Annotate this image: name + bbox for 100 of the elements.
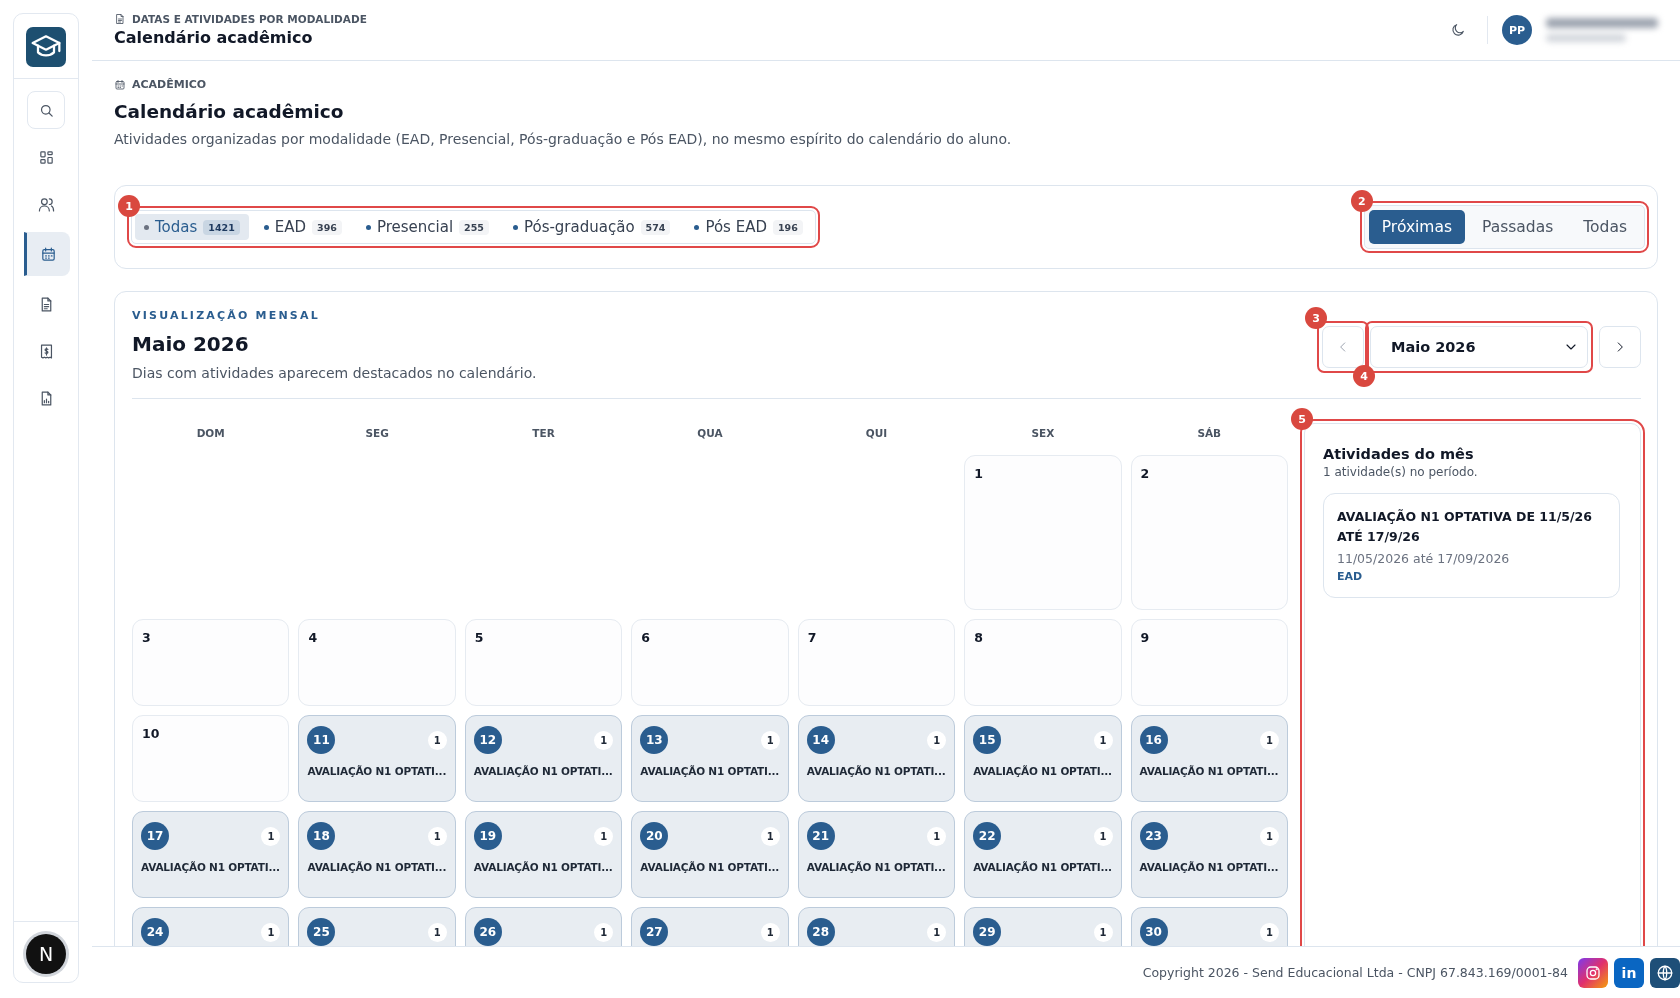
page-title: Calendário acadêmico — [114, 101, 345, 122]
activity-count: 1 — [927, 826, 947, 846]
day-number: 14 — [806, 726, 835, 754]
activity-count: 1 — [594, 922, 614, 942]
day-cell[interactable]: 1 — [964, 455, 1122, 610]
activity-count: 1 — [1093, 922, 1113, 942]
modality-filter-tab[interactable]: Pós-graduação 574 — [503, 214, 680, 240]
annotation-marker: 2 — [1350, 190, 1373, 212]
day-number: 15 — [973, 726, 1002, 754]
day-cell[interactable]: 7 — [797, 619, 956, 706]
calendar-icon — [114, 78, 126, 91]
day-number: 24 — [141, 918, 169, 946]
month-select[interactable]: Maio 2026 — [1370, 326, 1588, 368]
activity-count: 1 — [760, 922, 780, 942]
annotation-marker: 4 — [1353, 365, 1375, 387]
users-icon — [37, 195, 55, 213]
day-cell[interactable]: 5 — [464, 619, 623, 706]
day-cell[interactable]: 13 1 AVALIAÇÃO N1 OPTATI... — [631, 715, 789, 802]
day-cell[interactable]: 20 1 AVALIAÇÃO N1 OPTATI... — [631, 811, 789, 898]
day-number: 17 — [141, 822, 169, 850]
weekday-label: QUI — [864, 427, 889, 439]
activity-count: 1 — [927, 730, 947, 750]
activity-count: 1 — [1093, 826, 1113, 846]
count-badge: 196 — [773, 219, 803, 235]
day-number: 25 — [307, 918, 336, 946]
modality-filter-tab[interactable]: Pós EAD 196 — [685, 214, 812, 240]
event-title: AVALIAÇÃO N1 OPTATI... — [1139, 765, 1279, 777]
event-title: AVALIAÇÃO N1 OPTATI... — [640, 861, 780, 873]
day-number: 23 — [1139, 822, 1168, 850]
day-cell[interactable]: 30 1 — [1130, 907, 1288, 946]
activity-card[interactable]: AVALIAÇÃO N1 OPTATIVA DE 11/5/26 ATÉ 17/9/26 11/05/2026 até 17/09/2026 EAD — [1323, 493, 1620, 598]
day-number: 28 — [806, 918, 835, 946]
day-cell[interactable]: 18 1 AVALIAÇÃO N1 OPTATI... — [298, 811, 456, 898]
day-cell[interactable]: 26 1 — [464, 907, 623, 946]
day-number: 5 — [474, 630, 485, 645]
day-cell[interactable]: 29 1 — [964, 907, 1122, 946]
day-number: 12 — [473, 726, 502, 754]
modality-filter-tab[interactable]: Presencial 255 — [356, 214, 498, 240]
user-avatar[interactable]: PP — [1502, 15, 1532, 45]
period-tab[interactable]: Passadas — [1469, 210, 1567, 244]
day-cell[interactable]: 15 1 AVALIAÇÃO N1 OPTATI... — [964, 715, 1122, 802]
day-number: 11 — [307, 726, 336, 754]
copyright-text: Copyright 2026 - Send Educacional Ltda - CNPJ 67.843.169/0001-84 — [1142, 965, 1568, 980]
day-cell[interactable]: 3 — [132, 619, 290, 706]
website-link[interactable] — [1650, 957, 1680, 988]
day-cell[interactable]: 27 1 — [631, 907, 789, 946]
day-cell[interactable]: 11 1 AVALIAÇÃO N1 OPTATI... — [298, 715, 456, 802]
day-cell[interactable]: 24 1 — [132, 907, 290, 946]
activity-count: 1 — [760, 730, 780, 750]
period-tab[interactable]: Todas — [1570, 210, 1640, 244]
day-cell[interactable]: 23 1 AVALIAÇÃO N1 OPTATI... — [1130, 811, 1288, 898]
linkedin-link[interactable]: in — [1614, 957, 1644, 988]
day-cell[interactable]: 10 — [132, 715, 290, 802]
weekday-label: QUA — [696, 427, 724, 439]
day-cell[interactable]: 8 — [964, 619, 1122, 706]
activity-count: 1 — [261, 922, 281, 942]
day-number: 29 — [973, 918, 1002, 946]
day-number: 30 — [1139, 918, 1168, 946]
user-avatar[interactable]: N — [26, 934, 66, 974]
calendar-icon — [39, 245, 57, 263]
day-cell[interactable]: 9 — [1130, 619, 1288, 706]
day-cell[interactable]: 19 1 AVALIAÇÃO N1 OPTATI... — [464, 811, 623, 898]
modality-filter-tab[interactable]: EAD 396 — [254, 214, 351, 240]
day-cell[interactable]: 28 1 — [797, 907, 956, 946]
day-cell[interactable]: 14 1 AVALIAÇÃO N1 OPTATI... — [797, 715, 956, 802]
day-number: 3 — [142, 630, 152, 645]
activity-count: 1 — [1260, 730, 1279, 750]
instagram-link[interactable] — [1578, 957, 1608, 988]
globe-icon — [1656, 963, 1674, 982]
activity-count: 1 — [427, 730, 447, 750]
modality-filter-tab[interactable]: Todas 1421 — [135, 214, 249, 240]
day-number: 4 — [308, 630, 319, 645]
count-badge: 396 — [312, 219, 342, 235]
day-cell[interactable]: 2 — [1130, 455, 1288, 610]
panel-title: Atividades do mês — [1323, 446, 1475, 462]
day-cell[interactable]: 4 — [298, 619, 456, 706]
calendar-description: Dias com atividades aparecem destacados no calendário. — [132, 365, 537, 381]
day-cell[interactable]: 16 1 AVALIAÇÃO N1 OPTATI... — [1130, 715, 1288, 802]
event-title: AVALIAÇÃO N1 OPTATI... — [473, 861, 614, 873]
activity-count: 1 — [427, 826, 447, 846]
activity-count: 1 — [1260, 826, 1279, 846]
sidebar-nav-button[interactable] — [24, 232, 70, 276]
day-number: 10 — [142, 726, 161, 741]
day-cell[interactable]: 22 1 AVALIAÇÃO N1 OPTATI... — [964, 811, 1122, 898]
day-cell[interactable]: 21 1 AVALIAÇÃO N1 OPTATI... — [797, 811, 956, 898]
day-cell[interactable]: 25 1 — [298, 907, 456, 946]
grid-icon — [37, 148, 55, 166]
event-title: AVALIAÇÃO N1 OPTATI... — [973, 861, 1113, 873]
period-tab[interactable]: Próximas — [1368, 210, 1466, 244]
day-number: 7 — [807, 630, 818, 645]
day-number: 20 — [640, 822, 669, 850]
activity-count: 1 — [1260, 922, 1279, 942]
weekday-label: SEG — [364, 427, 390, 439]
day-cell[interactable]: 12 1 AVALIAÇÃO N1 OPTATI... — [464, 715, 623, 802]
day-cell[interactable]: 6 — [631, 619, 789, 706]
activity-count: 1 — [594, 826, 614, 846]
day-number: 18 — [307, 822, 336, 850]
document-icon — [114, 13, 126, 25]
day-cell[interactable]: 17 1 AVALIAÇÃO N1 OPTATI... — [132, 811, 290, 898]
breadcrumb-text: DATAS E ATIVIDADES POR MODALIDADE — [132, 13, 367, 25]
